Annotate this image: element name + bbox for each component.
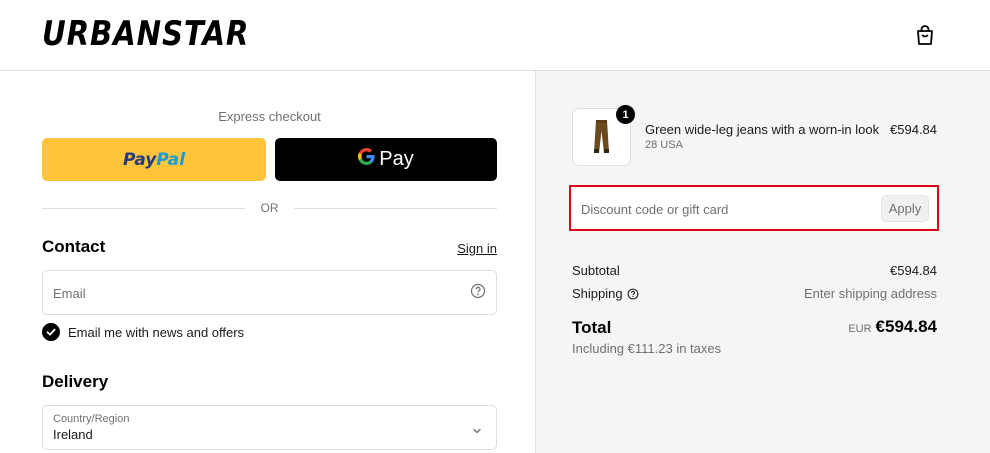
divider-line bbox=[42, 208, 245, 209]
help-icon[interactable] bbox=[627, 288, 639, 303]
country-select[interactable]: Country/Region Ireland bbox=[42, 405, 497, 450]
newsletter-label: Email me with news and offers bbox=[68, 324, 245, 340]
google-g-icon bbox=[358, 148, 375, 171]
total-amount: €594.84 bbox=[875, 317, 937, 336]
paypal-logo: PayPal bbox=[122, 149, 186, 170]
divider-line bbox=[294, 208, 497, 209]
shopping-bag-icon[interactable] bbox=[915, 24, 935, 46]
product-name: Green wide-leg jeans with a worn-in look bbox=[645, 122, 880, 137]
discount-code-field[interactable]: Apply bbox=[569, 185, 939, 231]
total-value-row: EUR €594.84 bbox=[736, 317, 937, 337]
checkmark-icon bbox=[46, 328, 56, 336]
newsletter-checkbox-row[interactable]: Email me with news and offers bbox=[42, 323, 244, 341]
shipping-row-label: Shipping bbox=[572, 286, 639, 303]
header: URBANSTAR bbox=[0, 0, 990, 71]
total-label: Total bbox=[572, 318, 612, 337]
sign-in-link[interactable]: Sign in bbox=[430, 241, 497, 256]
delivery-heading: Delivery bbox=[42, 372, 109, 391]
country-caption: Country/Region bbox=[53, 413, 130, 425]
paypal-button[interactable]: PayPal bbox=[42, 138, 266, 181]
quantity-badge: 1 bbox=[616, 105, 635, 124]
chevron-down-icon bbox=[472, 423, 482, 434]
checkout-form-panel: Express checkout PayPal Pay OR Contact S… bbox=[0, 71, 535, 453]
product-variant: 28 USA bbox=[645, 139, 683, 151]
shipping-value: Enter shipping address bbox=[804, 286, 937, 301]
help-icon[interactable] bbox=[470, 283, 486, 299]
apply-button[interactable]: Apply bbox=[881, 195, 929, 222]
subtotal-label: Subtotal bbox=[572, 263, 620, 278]
order-summary-panel: 1 Green wide-leg jeans with a worn-in lo… bbox=[535, 71, 990, 453]
subtotal-value: €594.84 bbox=[890, 263, 937, 278]
email-input[interactable] bbox=[53, 284, 453, 302]
or-divider: OR bbox=[42, 201, 497, 217]
product-price: €594.84 bbox=[890, 122, 937, 137]
express-checkout-label: Express checkout bbox=[218, 109, 321, 124]
shipping-label: Shipping bbox=[572, 286, 623, 301]
or-label: OR bbox=[260, 201, 279, 215]
google-pay-button[interactable]: Pay bbox=[275, 138, 497, 181]
discount-input[interactable] bbox=[581, 201, 861, 217]
newsletter-checkbox[interactable] bbox=[42, 323, 60, 341]
contact-heading: Contact bbox=[42, 237, 106, 256]
tax-note: Including €111.23 in taxes bbox=[572, 341, 722, 356]
email-field[interactable] bbox=[42, 270, 497, 315]
store-logo[interactable]: URBANSTAR bbox=[42, 14, 249, 54]
gpay-label: Pay bbox=[379, 148, 414, 170]
country-value: Ireland bbox=[53, 427, 93, 442]
currency-code: EUR bbox=[848, 323, 872, 335]
